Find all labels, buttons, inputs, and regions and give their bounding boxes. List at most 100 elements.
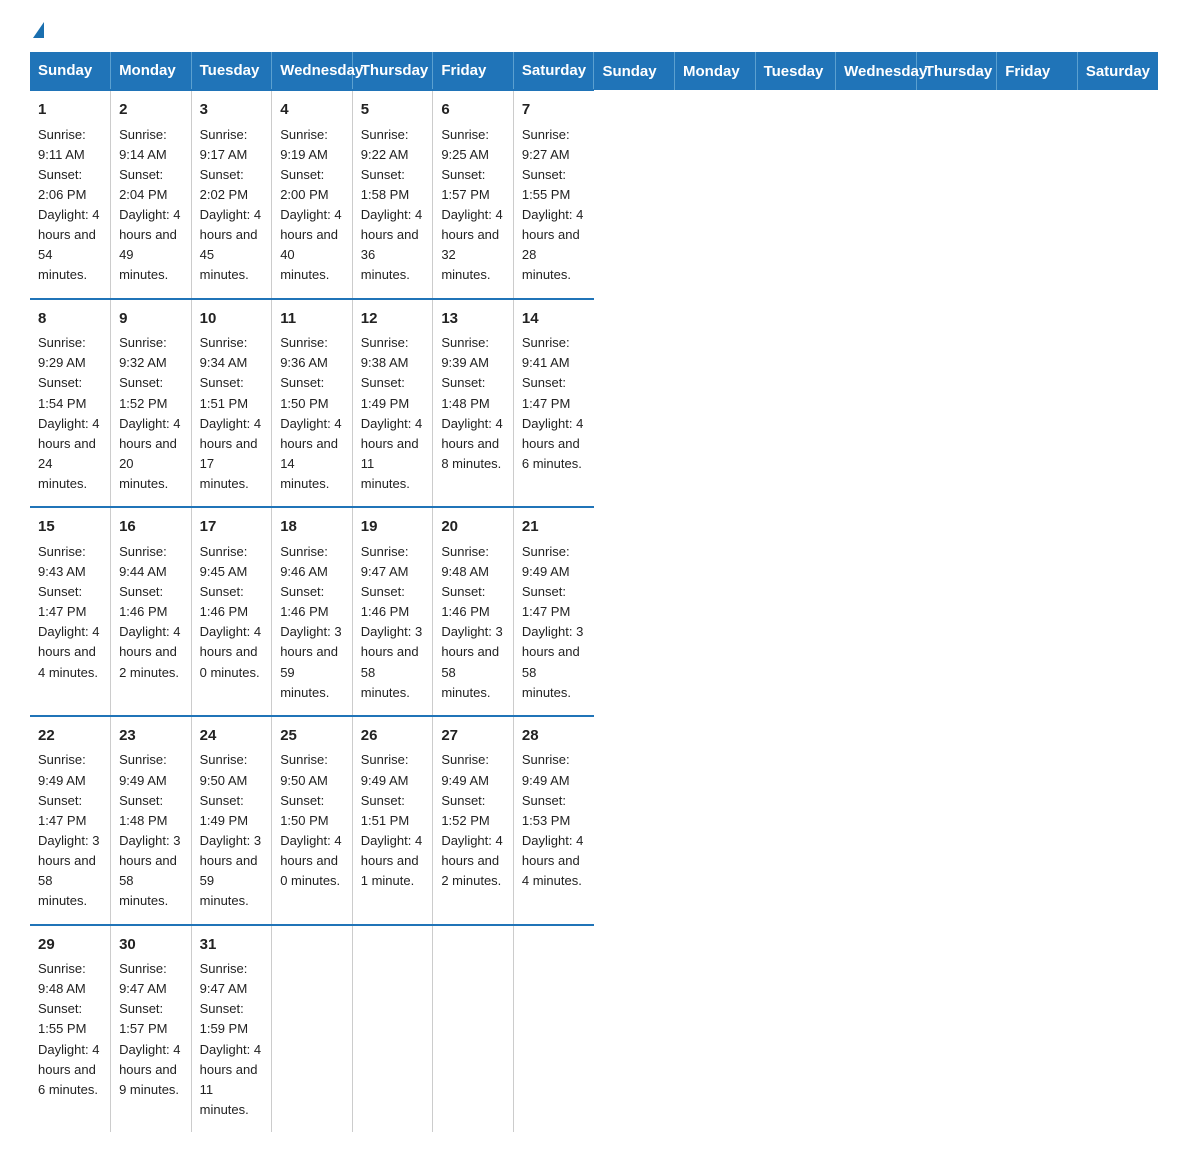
calendar-day-cell: 23Sunrise: 9:49 AMSunset: 1:48 PMDayligh… [111,716,192,925]
calendar-day-cell: 4 Sunrise: 9:19 AMSunset: 2:00 PMDaylight… [272,90,353,299]
calendar-day-cell: 6 Sunrise: 9:25 AMSunset: 1:57 PMDaylight… [433,90,514,299]
calendar-day-cell: 15Sunrise: 9:43 AMSunset: 1:47 PMDayligh… [30,507,111,716]
day-number: 9 [119,308,183,331]
day-number: 21 [522,516,586,539]
day-info: Sunrise: 9:49 AMSunset: 1:47 PMDaylight:… [38,750,102,911]
day-number: 2 [119,99,183,122]
day-header-thursday: Thursday [352,52,433,90]
day-info: Sunrise: 9:47 AMSunset: 1:46 PMDaylight:… [361,542,425,703]
day-number: 23 [119,725,183,748]
calendar-week-row: 15Sunrise: 9:43 AMSunset: 1:47 PMDayligh… [30,507,1158,716]
day-info: Sunrise: 9:22 AMSunset: 1:58 PMDaylight:… [361,125,425,286]
calendar-day-cell: 31Sunrise: 9:47 AMSunset: 1:59 PMDayligh… [191,925,272,1133]
calendar-day-cell: 29Sunrise: 9:48 AMSunset: 1:55 PMDayligh… [30,925,111,1133]
day-number: 14 [522,308,586,331]
day-info: Sunrise: 9:49 AMSunset: 1:47 PMDaylight:… [522,542,586,703]
day-number: 7 [522,99,586,122]
day-info: Sunrise: 9:49 AMSunset: 1:52 PMDaylight:… [441,750,505,891]
day-info: Sunrise: 9:34 AMSunset: 1:51 PMDaylight:… [200,333,264,494]
day-info: Sunrise: 9:11 AMSunset: 2:06 PMDaylight:… [38,125,102,286]
day-number: 10 [200,308,264,331]
calendar-week-row: 22Sunrise: 9:49 AMSunset: 1:47 PMDayligh… [30,716,1158,925]
day-header-sunday: Sunday [30,52,111,90]
day-info: Sunrise: 9:36 AMSunset: 1:50 PMDaylight:… [280,333,344,494]
calendar-day-cell: 30Sunrise: 9:47 AMSunset: 1:57 PMDayligh… [111,925,192,1133]
day-info: Sunrise: 9:38 AMSunset: 1:49 PMDaylight:… [361,333,425,494]
calendar-week-row: 29Sunrise: 9:48 AMSunset: 1:55 PMDayligh… [30,925,1158,1133]
calendar-day-cell: 22Sunrise: 9:49 AMSunset: 1:47 PMDayligh… [30,716,111,925]
day-number: 24 [200,725,264,748]
day-info: Sunrise: 9:49 AMSunset: 1:48 PMDaylight:… [119,750,183,911]
day-header-tuesday: Tuesday [755,52,836,90]
calendar-day-cell: 17 Sunrise: 9:45 AMSunset: 1:46 PMDayligh… [191,507,272,716]
calendar-week-row: 1Sunrise: 9:11 AMSunset: 2:06 PMDaylight… [30,90,1158,299]
calendar-day-cell: 5 Sunrise: 9:22 AMSunset: 1:58 PMDaylight… [352,90,433,299]
calendar-day-cell: 18 Sunrise: 9:46 AMSunset: 1:46 PMDayligh… [272,507,353,716]
calendar-day-cell: 20Sunrise: 9:48 AMSunset: 1:46 PMDayligh… [433,507,514,716]
day-info: Sunrise: 9:41 AMSunset: 1:47 PMDaylight:… [522,333,586,474]
day-info: Sunrise: 9:47 AMSunset: 1:57 PMDaylight:… [119,959,183,1100]
calendar-header-row: SundayMondayTuesdayWednesdayThursdayFrid… [30,52,1158,90]
day-number: 18 [280,516,344,539]
calendar-day-cell: 24Sunrise: 9:50 AMSunset: 1:49 PMDayligh… [191,716,272,925]
calendar-day-cell [433,925,514,1133]
logo [30,20,44,32]
day-info: Sunrise: 9:47 AMSunset: 1:59 PMDaylight:… [200,959,264,1120]
day-number: 17 [200,516,264,539]
calendar-day-cell: 27Sunrise: 9:49 AMSunset: 1:52 PMDayligh… [433,716,514,925]
calendar-day-cell: 21 Sunrise: 9:49 AMSunset: 1:47 PMDayligh… [513,507,594,716]
day-header-wednesday: Wednesday [836,52,917,90]
calendar-day-cell: 19 Sunrise: 9:47 AMSunset: 1:46 PMDayligh… [352,507,433,716]
day-header-saturday: Saturday [1077,52,1158,90]
day-header-tuesday: Tuesday [191,52,272,90]
day-info: Sunrise: 9:49 AMSunset: 1:53 PMDaylight:… [522,750,586,891]
calendar-day-cell: 12Sunrise: 9:38 AMSunset: 1:49 PMDayligh… [352,299,433,508]
day-info: Sunrise: 9:39 AMSunset: 1:48 PMDaylight:… [441,333,505,474]
day-header-friday: Friday [433,52,514,90]
day-header-monday: Monday [111,52,192,90]
day-info: Sunrise: 9:19 AMSunset: 2:00 PMDaylight:… [280,125,344,286]
day-info: Sunrise: 9:46 AMSunset: 1:46 PMDaylight:… [280,542,344,703]
calendar-day-cell: 26Sunrise: 9:49 AMSunset: 1:51 PMDayligh… [352,716,433,925]
calendar-day-cell: 8Sunrise: 9:29 AMSunset: 1:54 PMDaylight… [30,299,111,508]
day-number: 26 [361,725,425,748]
calendar-table: SundayMondayTuesdayWednesdayThursdayFrid… [30,52,1158,1132]
day-number: 6 [441,99,505,122]
day-info: Sunrise: 9:32 AMSunset: 1:52 PMDaylight:… [119,333,183,494]
calendar-day-cell: 16 Sunrise: 9:44 AMSunset: 1:46 PMDayligh… [111,507,192,716]
day-number: 13 [441,308,505,331]
day-header-monday: Monday [675,52,756,90]
day-number: 4 [280,99,344,122]
day-info: Sunrise: 9:29 AMSunset: 1:54 PMDaylight:… [38,333,102,494]
day-number: 22 [38,725,102,748]
day-info: Sunrise: 9:48 AMSunset: 1:55 PMDaylight:… [38,959,102,1100]
day-info: Sunrise: 9:45 AMSunset: 1:46 PMDaylight:… [200,542,264,683]
day-number: 16 [119,516,183,539]
calendar-day-cell: 2 Sunrise: 9:14 AMSunset: 2:04 PMDaylight… [111,90,192,299]
day-info: Sunrise: 9:49 AMSunset: 1:51 PMDaylight:… [361,750,425,891]
day-info: Sunrise: 9:50 AMSunset: 1:49 PMDaylight:… [200,750,264,911]
day-number: 12 [361,308,425,331]
calendar-day-cell: 28Sunrise: 9:49 AMSunset: 1:53 PMDayligh… [513,716,594,925]
day-number: 19 [361,516,425,539]
day-info: Sunrise: 9:27 AMSunset: 1:55 PMDaylight:… [522,125,586,286]
day-number: 5 [361,99,425,122]
calendar-day-cell: 9Sunrise: 9:32 AMSunset: 1:52 PMDaylight… [111,299,192,508]
day-info: Sunrise: 9:50 AMSunset: 1:50 PMDaylight:… [280,750,344,891]
day-number: 27 [441,725,505,748]
day-number: 8 [38,308,102,331]
logo-triangle-icon [33,22,44,38]
day-number: 30 [119,934,183,957]
calendar-day-cell: 7 Sunrise: 9:27 AMSunset: 1:55 PMDaylight… [513,90,594,299]
day-info: Sunrise: 9:44 AMSunset: 1:46 PMDaylight:… [119,542,183,683]
calendar-day-cell [272,925,353,1133]
calendar-day-cell: 3Sunrise: 9:17 AMSunset: 2:02 PMDaylight… [191,90,272,299]
day-number: 31 [200,934,264,957]
day-header-thursday: Thursday [916,52,997,90]
calendar-day-cell: 25Sunrise: 9:50 AMSunset: 1:50 PMDayligh… [272,716,353,925]
day-header-saturday: Saturday [513,52,594,90]
day-info: Sunrise: 9:48 AMSunset: 1:46 PMDaylight:… [441,542,505,703]
day-info: Sunrise: 9:14 AMSunset: 2:04 PMDaylight:… [119,125,183,286]
day-header-sunday: Sunday [594,52,675,90]
day-info: Sunrise: 9:25 AMSunset: 1:57 PMDaylight:… [441,125,505,286]
